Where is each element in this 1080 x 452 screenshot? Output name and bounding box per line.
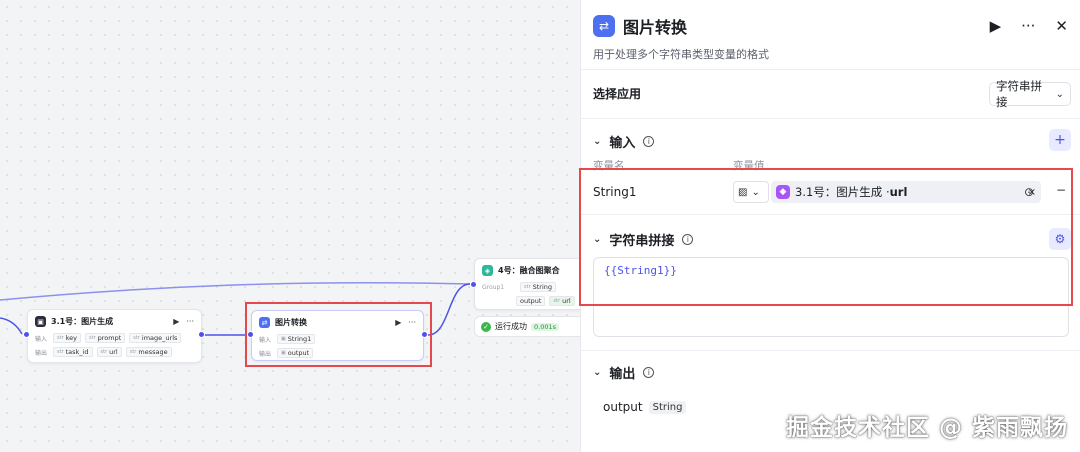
input-label: 输入	[35, 335, 48, 343]
output-var-name: output	[603, 400, 643, 414]
select-app-dropdown[interactable]: 字符串拼接 ⌄	[989, 79, 1071, 109]
chip-output: output	[516, 296, 546, 306]
chevron-down-icon: ⌄	[1055, 88, 1064, 100]
edge-layer	[0, 282, 471, 336]
output-chip-task-id: str task_id	[53, 347, 93, 357]
port-image-gen-out[interactable]	[198, 331, 205, 338]
panel-description[interactable]: 用于处理多个字符串类型变量的格式	[593, 46, 769, 62]
highlight-frame-node	[245, 302, 432, 367]
run-time-badge: 0.001s	[531, 322, 559, 331]
input-chip-prompt: str prompt	[85, 333, 126, 343]
port-merge-in[interactable]	[470, 281, 477, 288]
success-icon: ✓	[481, 321, 491, 332]
info-icon[interactable]: i	[643, 136, 655, 147]
highlight-frame-panel	[579, 168, 1073, 306]
run-status-text: 运行成功	[495, 322, 527, 331]
panel-title[interactable]: 图片转换	[623, 14, 990, 38]
select-app-label: 选择应用	[593, 87, 642, 101]
info-icon[interactable]: i	[643, 367, 655, 378]
play-icon[interactable]: ▶	[173, 317, 179, 326]
add-input-button[interactable]: +	[1049, 129, 1071, 151]
divider	[581, 350, 1080, 351]
play-icon[interactable]: ▶	[990, 17, 1002, 35]
input-section-title: 输入	[609, 136, 636, 151]
panel-header: ⇄ 图片转换 ▶ ··· ✕	[593, 14, 1068, 38]
output-section-title: 输出	[609, 367, 636, 382]
output-variable-row: output String	[603, 400, 687, 414]
edge-to-image-gen	[0, 317, 23, 335]
more-icon[interactable]: ···	[1021, 17, 1035, 35]
group-label: Group1	[482, 283, 505, 291]
chip-string: str String	[520, 282, 557, 292]
output-chip-url: str url	[96, 347, 122, 357]
input-chip-image-urls: str image_urls	[129, 333, 182, 343]
output-chip-message: str message	[125, 347, 172, 357]
divider	[581, 69, 1080, 70]
run-status[interactable]: ✓ 运行成功 0.001s	[474, 316, 580, 337]
workflow-canvas[interactable]: ▣ 3.1号：图片生成 ▶ ··· 输入 str key str prompt st…	[0, 0, 580, 452]
output-section-header[interactable]: ⌄ 输出 i	[593, 363, 655, 382]
convert-node-icon: ⇄	[593, 15, 615, 37]
divider	[581, 118, 1080, 119]
output-label: 输出	[35, 349, 48, 357]
more-icon[interactable]: ···	[186, 317, 194, 326]
port-image-gen-in[interactable]	[23, 331, 30, 338]
edge-to-merge	[0, 282, 471, 301]
image-gen-node-icon: ▣	[35, 316, 46, 327]
node-title: 3.1号：图片生成	[51, 317, 114, 326]
input-section-header[interactable]: ⌄ 输入 i	[593, 132, 655, 151]
chevron-down-icon: ⌄	[593, 136, 602, 147]
select-app-value: 字符串拼接	[996, 79, 1042, 109]
node-title: 4号：融合图聚合	[498, 266, 560, 275]
node-config-panel: ⇄ 图片转换 ▶ ··· ✕ 用于处理多个字符串类型变量的格式 选择应用 字符串…	[579, 0, 1080, 452]
chevron-down-icon: ⌄	[593, 367, 602, 378]
merge-node-icon: ◈	[482, 265, 493, 276]
input-chip-key: str key	[53, 333, 82, 343]
node-image-gen[interactable]: ▣ 3.1号：图片生成 ▶ ··· 输入 str key str prompt st…	[27, 309, 202, 363]
output-var-type: String	[648, 400, 687, 414]
close-icon[interactable]: ✕	[1055, 17, 1068, 35]
node-merge[interactable]: ◈ 4号：融合图聚合 Group1 str String output str ur…	[474, 258, 580, 310]
edge-convert-to-merge	[427, 283, 471, 336]
watermark: 掘金技术社区 @ 紫雨飘扬	[785, 415, 1068, 441]
chip-url: str url	[549, 296, 575, 306]
